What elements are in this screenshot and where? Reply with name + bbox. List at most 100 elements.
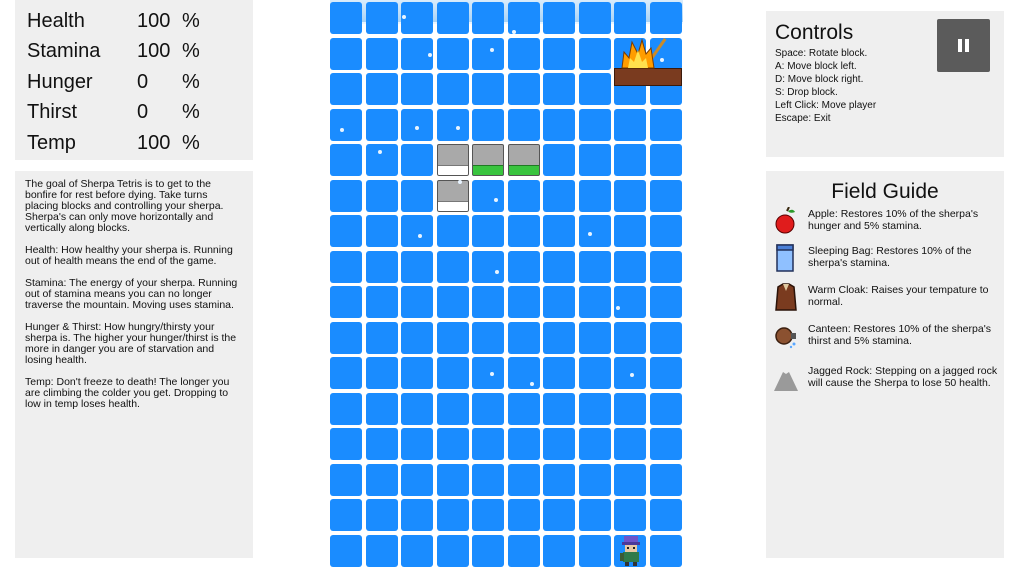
ice-cell[interactable]: [508, 73, 540, 105]
ice-cell[interactable]: [472, 286, 504, 318]
ice-cell[interactable]: [437, 2, 469, 34]
ice-cell[interactable]: [650, 357, 682, 389]
ice-cell[interactable]: [508, 535, 540, 567]
ice-cell[interactable]: [437, 428, 469, 460]
ice-cell[interactable]: [508, 180, 540, 212]
rock-block-snow[interactable]: [437, 180, 469, 212]
ice-cell[interactable]: [650, 180, 682, 212]
ice-cell[interactable]: [401, 109, 433, 141]
ice-cell[interactable]: [579, 144, 611, 176]
ice-cell[interactable]: [650, 286, 682, 318]
ice-cell[interactable]: [579, 428, 611, 460]
ice-cell[interactable]: [579, 464, 611, 496]
ice-cell[interactable]: [650, 464, 682, 496]
ice-cell[interactable]: [543, 464, 575, 496]
ice-cell[interactable]: [437, 73, 469, 105]
ice-cell[interactable]: [614, 144, 646, 176]
ice-cell[interactable]: [437, 499, 469, 531]
ice-cell[interactable]: [650, 2, 682, 34]
ice-cell[interactable]: [543, 109, 575, 141]
ice-cell[interactable]: [614, 109, 646, 141]
ice-cell[interactable]: [437, 322, 469, 354]
ice-cell[interactable]: [472, 180, 504, 212]
ice-cell[interactable]: [330, 499, 362, 531]
ice-cell[interactable]: [366, 286, 398, 318]
ice-cell[interactable]: [579, 357, 611, 389]
ice-cell[interactable]: [650, 322, 682, 354]
ice-cell[interactable]: [508, 322, 540, 354]
ice-cell[interactable]: [579, 2, 611, 34]
ice-cell[interactable]: [508, 357, 540, 389]
ice-cell[interactable]: [614, 464, 646, 496]
ice-cell[interactable]: [472, 215, 504, 247]
ice-cell[interactable]: [366, 109, 398, 141]
ice-cell[interactable]: [401, 393, 433, 425]
ice-cell[interactable]: [366, 322, 398, 354]
rock-block-grass[interactable]: [472, 144, 504, 176]
ice-cell[interactable]: [401, 286, 433, 318]
ice-cell[interactable]: [543, 322, 575, 354]
ice-cell[interactable]: [508, 464, 540, 496]
ice-cell[interactable]: [614, 215, 646, 247]
ice-cell[interactable]: [330, 144, 362, 176]
ice-cell[interactable]: [543, 357, 575, 389]
ice-cell[interactable]: [330, 38, 362, 70]
ice-cell[interactable]: [330, 393, 362, 425]
ice-cell[interactable]: [614, 322, 646, 354]
ice-cell[interactable]: [366, 144, 398, 176]
game-board[interactable]: [330, 0, 683, 570]
ice-cell[interactable]: [437, 535, 469, 567]
ice-cell[interactable]: [614, 2, 646, 34]
ice-cell[interactable]: [579, 180, 611, 212]
ice-cell[interactable]: [508, 428, 540, 460]
ice-cell[interactable]: [472, 428, 504, 460]
ice-cell[interactable]: [650, 144, 682, 176]
ice-cell[interactable]: [401, 535, 433, 567]
ice-cell[interactable]: [543, 2, 575, 34]
ice-cell[interactable]: [366, 2, 398, 34]
ice-cell[interactable]: [401, 428, 433, 460]
ice-cell[interactable]: [401, 2, 433, 34]
ice-cell[interactable]: [330, 109, 362, 141]
ice-cell[interactable]: [472, 73, 504, 105]
ice-cell[interactable]: [472, 499, 504, 531]
ice-cell[interactable]: [472, 38, 504, 70]
ice-cell[interactable]: [650, 393, 682, 425]
ice-cell[interactable]: [543, 73, 575, 105]
ice-cell[interactable]: [330, 428, 362, 460]
ice-cell[interactable]: [543, 499, 575, 531]
ice-cell[interactable]: [366, 38, 398, 70]
ice-cell[interactable]: [401, 73, 433, 105]
ice-cell[interactable]: [437, 393, 469, 425]
ice-cell[interactable]: [437, 109, 469, 141]
ice-cell[interactable]: [437, 286, 469, 318]
ice-cell[interactable]: [614, 428, 646, 460]
ice-cell[interactable]: [472, 357, 504, 389]
pause-button[interactable]: [937, 19, 990, 72]
ice-cell[interactable]: [614, 180, 646, 212]
ice-cell[interactable]: [330, 2, 362, 34]
rock-block-snow[interactable]: [437, 144, 469, 176]
ice-cell[interactable]: [579, 215, 611, 247]
ice-cell[interactable]: [543, 215, 575, 247]
ice-cell[interactable]: [650, 215, 682, 247]
ice-cell[interactable]: [437, 215, 469, 247]
ice-cell[interactable]: [401, 464, 433, 496]
ice-cell[interactable]: [366, 73, 398, 105]
ice-cell[interactable]: [437, 38, 469, 70]
ice-cell[interactable]: [330, 535, 362, 567]
ice-cell[interactable]: [330, 180, 362, 212]
ice-cell[interactable]: [579, 535, 611, 567]
ice-cell[interactable]: [330, 251, 362, 283]
ice-cell[interactable]: [472, 464, 504, 496]
ice-cell[interactable]: [650, 535, 682, 567]
ice-cell[interactable]: [579, 251, 611, 283]
ice-cell[interactable]: [508, 499, 540, 531]
ice-cell[interactable]: [401, 180, 433, 212]
ice-cell[interactable]: [579, 393, 611, 425]
ice-cell[interactable]: [472, 109, 504, 141]
ice-cell[interactable]: [543, 286, 575, 318]
ice-cell[interactable]: [437, 357, 469, 389]
ice-cell[interactable]: [437, 251, 469, 283]
ice-cell[interactable]: [579, 109, 611, 141]
